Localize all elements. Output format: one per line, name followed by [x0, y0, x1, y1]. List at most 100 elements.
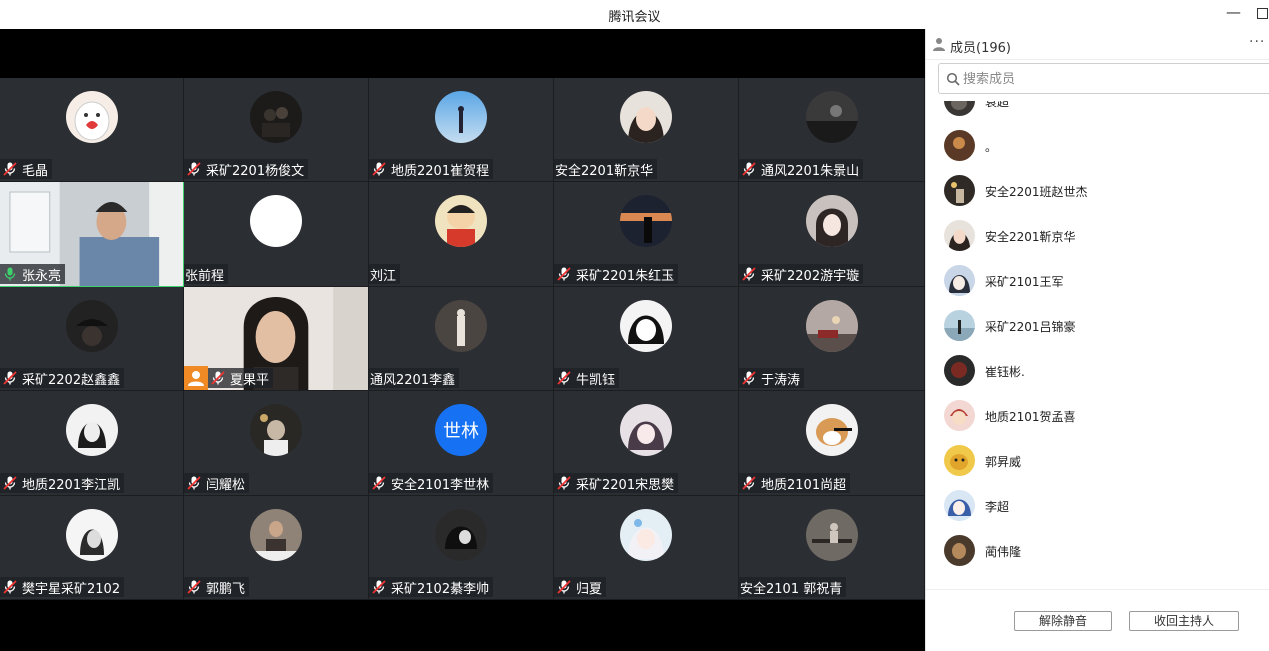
video-tile[interactable]: 采矿2201杨俊文 — [184, 78, 369, 182]
video-tile[interactable]: 采矿2102綦李帅 — [369, 496, 554, 600]
video-tile[interactable]: 通风2201朱景山 — [739, 78, 925, 182]
video-tile[interactable]: 通风2201李鑫 — [369, 287, 554, 391]
participant-name-bar: 通风2201朱景山 — [739, 159, 864, 179]
participant-avatar — [65, 91, 118, 143]
participant-avatar — [805, 404, 858, 456]
mic-muted-icon — [3, 371, 17, 385]
participant-name: 牛凯钰 — [576, 372, 616, 388]
participant-name: 地质2201崔贺程 — [391, 163, 490, 179]
video-tile[interactable]: 张前程 — [184, 182, 369, 287]
participant-name-bar: 采矿2202赵鑫鑫 — [0, 368, 125, 388]
mic-muted-icon — [187, 162, 201, 176]
member-list-item[interactable]: 蔺伟隆 — [926, 535, 1269, 580]
participant-name-bar: 采矿2201杨俊文 — [184, 159, 309, 179]
mic-muted-icon — [372, 162, 386, 176]
mic-muted-icon — [742, 476, 756, 490]
participant-name: 采矿2202赵鑫鑫 — [22, 372, 121, 388]
participant-avatar — [805, 195, 858, 247]
video-tile[interactable]: 于涛涛 — [739, 287, 925, 391]
member-name: 蔺伟隆 — [985, 545, 1022, 559]
member-list-item[interactable]: 袁超 — [926, 101, 1269, 130]
video-tile[interactable]: 采矿2202游宇璇 — [739, 182, 925, 287]
participant-name: 樊宇星采矿2102 — [22, 581, 121, 597]
participant-avatar — [65, 404, 118, 456]
mic-muted-icon — [557, 580, 571, 594]
reclaim-host-button[interactable]: 收回主持人 — [1129, 611, 1239, 631]
mic-muted-icon — [742, 267, 756, 281]
mic-muted-icon — [3, 476, 17, 490]
participant-avatar — [805, 91, 858, 143]
member-list-item[interactable]: 安全2201靳京华 — [926, 220, 1269, 265]
mic-muted-icon — [372, 580, 386, 594]
member-name: 安全2201班赵世杰 — [985, 185, 1088, 199]
video-tile[interactable]: 采矿2201宋思樊 — [554, 391, 739, 496]
participant-name: 通风2201李鑫 — [370, 372, 456, 388]
participant-name-bar: 刘江 — [369, 264, 401, 284]
member-avatar — [944, 265, 975, 296]
video-tile[interactable]: 采矿2201朱红玉 — [554, 182, 739, 287]
mic-muted-icon — [557, 476, 571, 490]
member-list-item[interactable]: 采矿2101王军 — [926, 265, 1269, 310]
video-tile[interactable]: 世林 安全2101李世林 — [369, 391, 554, 496]
member-list-item[interactable]: 安全2201班赵世杰 — [926, 175, 1269, 220]
mic-muted-icon — [3, 580, 17, 594]
participant-name-bar: 安全2101 郭祝青 — [739, 577, 847, 597]
participant-avatar — [620, 91, 672, 143]
member-list-item[interactable]: 崔钰彬. — [926, 355, 1269, 400]
participant-name-bar: 张前程 — [184, 264, 229, 284]
mic-active-icon — [4, 267, 16, 281]
participant-name: 安全2101 郭祝青 — [740, 581, 843, 597]
participant-name-bar: 于涛涛 — [739, 368, 805, 388]
maximize-button[interactable] — [1257, 8, 1268, 19]
participant-name: 采矿2201宋思樊 — [576, 477, 675, 493]
member-avatar — [944, 400, 975, 431]
video-tile[interactable]: 闫耀松 — [184, 391, 369, 496]
participant-name-bar: 地质2101尚超 — [739, 473, 851, 493]
window-title: 腾讯会议 — [608, 10, 661, 25]
video-tile[interactable]: 地质2201崔贺程 — [369, 78, 554, 182]
video-tile[interactable]: 地质2201李江凯 — [0, 391, 184, 496]
member-list-item[interactable]: 李超 — [926, 490, 1269, 535]
video-tile[interactable]: 郭鹏飞 — [184, 496, 369, 600]
member-search[interactable] — [938, 63, 1269, 94]
unmute-button[interactable]: 解除静音 — [1014, 611, 1112, 631]
participant-name: 张前程 — [185, 268, 225, 284]
video-tile[interactable]: 张永亮 — [0, 182, 184, 287]
participant-name-bar: 采矿2201朱红玉 — [554, 264, 679, 284]
video-tile[interactable]: 采矿2202赵鑫鑫 — [0, 287, 184, 391]
video-tile[interactable]: 樊宇星采矿2102 — [0, 496, 184, 600]
panel-footer: 解除静音 收回主持人 — [926, 589, 1269, 651]
mic-muted-icon — [557, 267, 571, 281]
participant-name-bar: 樊宇星采矿2102 — [0, 577, 125, 597]
member-list-item[interactable]: 采矿2201吕锦豪 — [926, 310, 1269, 355]
mic-muted-icon — [742, 162, 756, 176]
member-name: 袁超 — [985, 101, 1010, 109]
search-input[interactable] — [963, 68, 1243, 90]
participant-avatar — [620, 195, 672, 247]
person-icon — [933, 38, 945, 51]
video-tile[interactable]: 刘江 — [369, 182, 554, 287]
member-list-item[interactable]: 地质2101贺孟喜 — [926, 400, 1269, 445]
participant-name-bar: 闫耀松 — [184, 473, 250, 493]
more-options-button[interactable]: ··· — [1249, 34, 1265, 50]
mic-muted-icon — [3, 162, 17, 176]
minimize-button[interactable]: — — [1226, 3, 1241, 21]
video-tile[interactable]: 牛凯钰 — [554, 287, 739, 391]
member-avatar — [944, 535, 975, 566]
participant-name-bar: 归夏 — [554, 577, 607, 597]
participant-name-bar: 安全2101李世林 — [369, 473, 494, 493]
member-list-item[interactable]: 。 — [926, 130, 1269, 175]
video-tile[interactable]: 安全2201靳京华 — [554, 78, 739, 182]
video-tile[interactable]: 地质2101尚超 — [739, 391, 925, 496]
participant-avatar — [435, 300, 487, 352]
member-name: 采矿2201吕锦豪 — [985, 320, 1076, 334]
video-tile[interactable]: 归夏 — [554, 496, 739, 600]
video-tile[interactable]: 安全2101 郭祝青 — [739, 496, 925, 600]
mic-muted-icon — [187, 476, 201, 490]
video-tile[interactable]: 毛晶 — [0, 78, 184, 182]
participant-name-bar: 毛晶 — [0, 159, 53, 179]
member-list-item[interactable]: 郭昇威 — [926, 445, 1269, 490]
video-tile[interactable]: 夏果平 — [184, 287, 369, 391]
member-list[interactable]: 袁超。安全2201班赵世杰安全2201靳京华 采矿2101王军采矿2201吕锦豪崔… — [926, 101, 1269, 591]
member-name: 郭昇威 — [985, 455, 1022, 469]
